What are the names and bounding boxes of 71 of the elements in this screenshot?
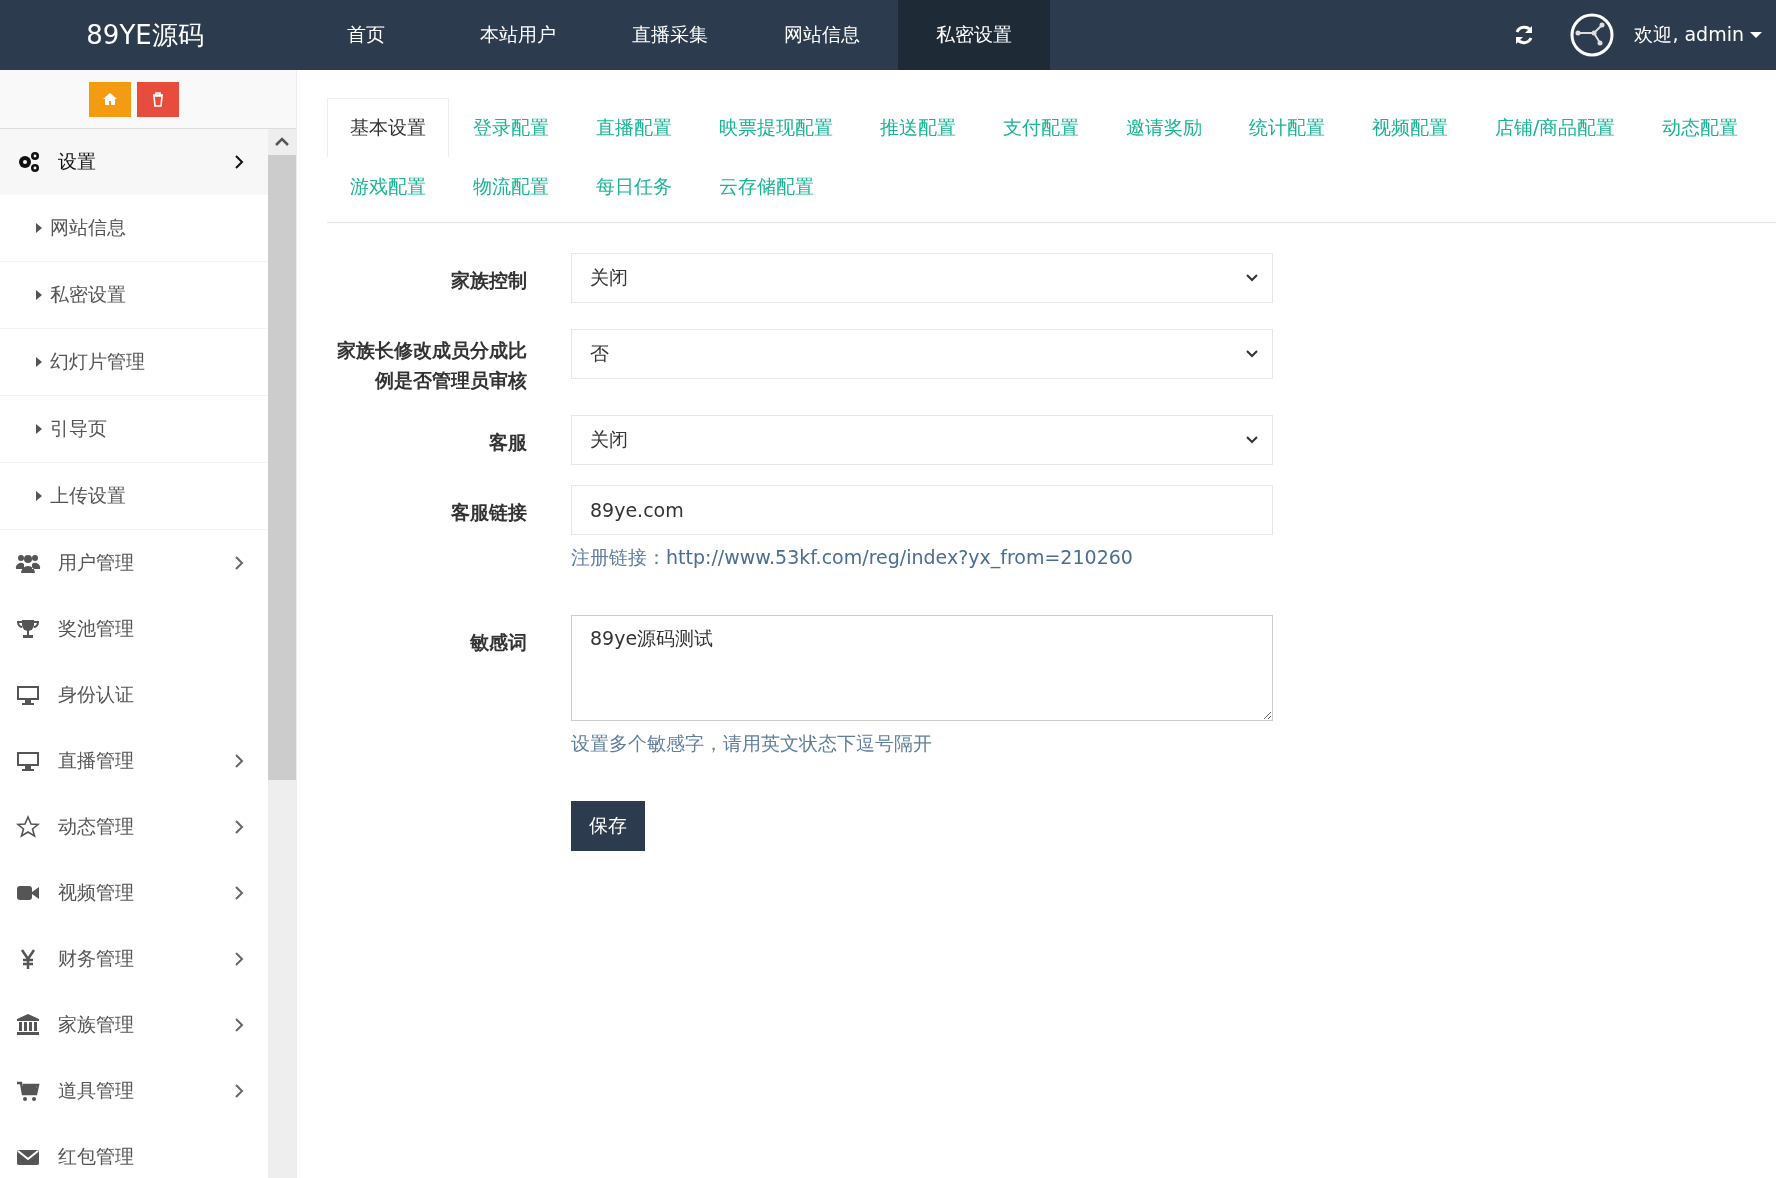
submenu-label: 上传设置 bbox=[50, 483, 126, 508]
textarea-field[interactable]: 89ye源码测试 bbox=[571, 615, 1273, 721]
field-label: 客服 bbox=[488, 430, 527, 455]
trash-icon bbox=[150, 91, 166, 107]
delete-button[interactable] bbox=[137, 81, 179, 117]
sidebar-item[interactable]: 家族管理 bbox=[0, 992, 268, 1058]
scrollbar[interactable] bbox=[268, 129, 296, 1178]
sidebar-label: 家族管理 bbox=[58, 1012, 135, 1037]
nav-tab[interactable]: 本站用户 bbox=[442, 0, 594, 70]
submenu-label: 私密设置 bbox=[50, 282, 126, 307]
sidebar-label: 直播管理 bbox=[58, 748, 135, 773]
monitor-icon bbox=[14, 749, 42, 773]
sidebar-label: 视频管理 bbox=[58, 880, 135, 905]
triangle-icon bbox=[36, 491, 42, 501]
sidebar-item[interactable]: 红包管理 bbox=[0, 1124, 268, 1178]
star-icon bbox=[14, 815, 42, 839]
scrollbar-thumb[interactable] bbox=[268, 155, 296, 780]
submenu-label: 幻灯片管理 bbox=[50, 349, 145, 374]
sidebar-item[interactable]: 设置 bbox=[0, 129, 268, 195]
sidebar-label: 奖池管理 bbox=[58, 616, 135, 641]
field-label: 敏感词 bbox=[469, 630, 527, 655]
field-label: 家族控制 bbox=[450, 268, 527, 293]
sidebar-item[interactable]: 直播管理 bbox=[0, 728, 268, 794]
nav-tab[interactable]: 首页 bbox=[290, 0, 442, 70]
sidebar-item[interactable]: 用户管理 bbox=[0, 530, 268, 596]
triangle-icon bbox=[36, 223, 42, 233]
input-field[interactable]: 89ye.com bbox=[571, 485, 1273, 535]
settings-tab[interactable]: 基本设置 bbox=[327, 98, 449, 157]
field-label: 客服链接 bbox=[450, 500, 527, 525]
sidebar-item[interactable]: 道具管理 bbox=[0, 1058, 268, 1124]
sidebar-label: 道具管理 bbox=[58, 1078, 135, 1103]
scroll-up-icon[interactable] bbox=[275, 137, 289, 147]
user-menu[interactable]: 欢迎, admin bbox=[1634, 22, 1762, 48]
help-text: 注册链接： bbox=[571, 546, 666, 568]
submenu-label: 网站信息 bbox=[50, 215, 126, 240]
select-field[interactable]: 关闭 bbox=[571, 253, 1273, 303]
home-icon bbox=[102, 91, 118, 107]
triangle-icon bbox=[36, 290, 42, 300]
trophy-icon bbox=[14, 617, 42, 641]
help-text: 设置多个敏感字，请用英文状态下逗号隔开 bbox=[571, 732, 932, 754]
registration-link[interactable]: http://www.53kf.com/reg/index?yx_from=210260 bbox=[666, 546, 1133, 568]
submenu-label: 引导页 bbox=[50, 416, 107, 441]
sidebar-item[interactable]: 动态管理 bbox=[0, 794, 268, 860]
sidebar-label: 用户管理 bbox=[58, 550, 135, 575]
cart-icon bbox=[14, 1079, 42, 1103]
bank-icon bbox=[14, 1013, 42, 1037]
nav-tab[interactable]: 网站信息 bbox=[746, 0, 898, 70]
sidebar-item[interactable]: 奖池管理 bbox=[0, 596, 268, 662]
save-button[interactable]: 保存 bbox=[571, 801, 645, 851]
home-button[interactable] bbox=[89, 81, 131, 117]
sidebar-label: 设置 bbox=[58, 149, 97, 174]
sidebar-label: 红包管理 bbox=[58, 1144, 135, 1169]
sidebar-item[interactable]: 财务管理 bbox=[0, 926, 268, 992]
nav-tab[interactable]: 直播采集 bbox=[594, 0, 746, 70]
chevron-down-icon bbox=[1246, 350, 1258, 358]
sidebar-item[interactable]: 视频管理 bbox=[0, 860, 268, 926]
triangle-icon bbox=[36, 357, 42, 367]
select-field[interactable]: 关闭 bbox=[571, 415, 1273, 465]
chevron-down-icon bbox=[1246, 274, 1258, 282]
field-label: 家族长修改成员分成比例是否管理员审核 bbox=[336, 338, 527, 393]
sidebar-label: 身份认证 bbox=[58, 682, 135, 707]
avatar-icon[interactable] bbox=[1570, 13, 1615, 57]
chevron-down-icon bbox=[1246, 436, 1258, 444]
sidebar-label: 动态管理 bbox=[58, 814, 135, 839]
sidebar-item[interactable]: 身份认证 bbox=[0, 662, 268, 728]
nav-tab[interactable]: 私密设置 bbox=[898, 0, 1050, 70]
triangle-icon bbox=[36, 424, 42, 434]
logo-text: 89YE源码 bbox=[85, 18, 205, 52]
monitor-icon bbox=[14, 683, 42, 707]
sidebar-label: 财务管理 bbox=[58, 946, 135, 971]
select-field[interactable]: 否 bbox=[571, 329, 1273, 379]
